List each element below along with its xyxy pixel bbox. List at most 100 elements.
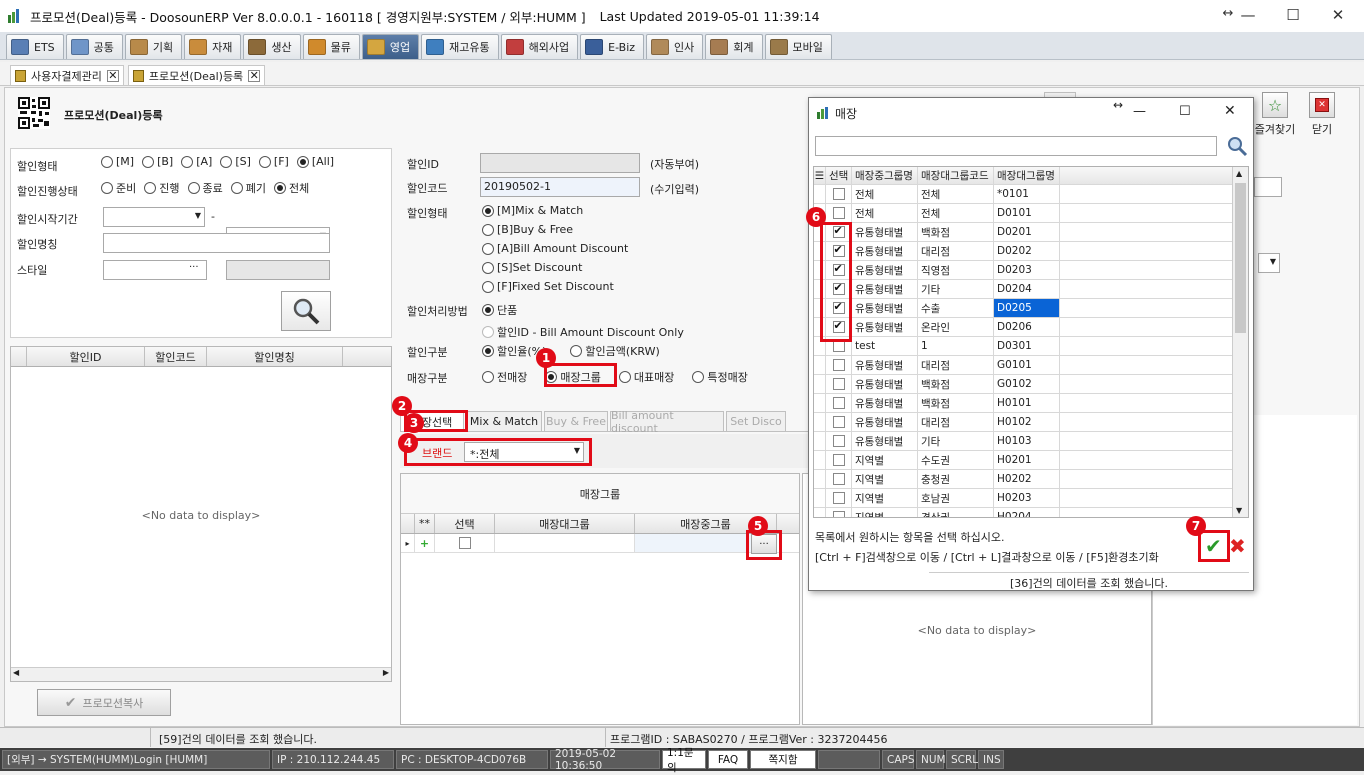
row-checkbox[interactable] xyxy=(832,188,845,200)
col-discount-name[interactable]: 할인명칭 xyxy=(207,347,343,366)
row-checkbox[interactable] xyxy=(458,537,471,549)
dialog-resize-icon[interactable]: ↔ xyxy=(1113,98,1123,112)
menu-tab-11[interactable]: 회계 xyxy=(705,34,763,59)
copy-promotion-button[interactable]: ✔ 프로모션복사 xyxy=(37,689,171,716)
form-type-radio-2[interactable]: [A]Bill Amount Discount xyxy=(482,242,628,255)
row-checkbox[interactable] xyxy=(832,511,845,517)
type-radio-1[interactable]: [B] xyxy=(142,155,173,168)
col-select[interactable]: 선택 xyxy=(435,514,495,533)
dialog-row[interactable]: 전체 전체 *0101 xyxy=(814,185,1248,204)
favorites-button[interactable]: ☆ 즐겨찾기 xyxy=(1252,88,1298,138)
method-radio-1[interactable]: 할인ID - Bill Amount Discount Only xyxy=(482,324,684,340)
right-field[interactable] xyxy=(1254,177,1282,197)
dialog-row[interactable]: 유통형태별온라인D0206 xyxy=(814,318,1248,337)
maximize-button[interactable]: ☐ xyxy=(1273,6,1313,24)
row-checkbox[interactable] xyxy=(832,397,845,409)
doc-tab-promotion[interactable]: 프로모션(Deal)등록 ✕ xyxy=(127,65,266,85)
form-type-radio-0[interactable]: [M]Mix & Match xyxy=(482,204,628,217)
type-radio-4[interactable]: [F] xyxy=(258,155,289,168)
close-page-button[interactable]: ✕ 닫기 xyxy=(1300,88,1344,138)
status-radio-3[interactable]: 폐기 xyxy=(230,180,266,196)
status-cell-5[interactable]: FAQ xyxy=(708,750,748,769)
large-group-cell[interactable] xyxy=(495,534,635,552)
sub-tab-2[interactable]: Buy & Free xyxy=(544,411,608,431)
close-tab-icon[interactable]: ✕ xyxy=(106,69,119,82)
menu-tab-3[interactable]: 자재 xyxy=(184,34,242,59)
row-checkbox[interactable] xyxy=(832,473,845,485)
close-window-button[interactable]: ✕ xyxy=(1318,6,1358,24)
menu-tab-0[interactable]: ETS xyxy=(6,34,64,59)
dialog-row[interactable]: 유통형태별 백화점 G0102 xyxy=(814,375,1248,394)
dialog-row[interactable]: 지역별 수도권 H0201 xyxy=(814,451,1248,470)
form-type-radio-4[interactable]: [F]Fixed Set Discount xyxy=(482,280,628,293)
dialog-row[interactable]: 유통형태별 백화점 H0101 xyxy=(814,394,1248,413)
dialog-minimize-button[interactable]: — xyxy=(1133,104,1146,119)
menu-tab-2[interactable]: 기획 xyxy=(124,34,183,59)
dlg-col-large-code[interactable]: 매장대그룹코드 xyxy=(918,167,994,184)
dlg-col-large-name[interactable]: 매장대그룹명 xyxy=(994,167,1060,184)
minimize-button[interactable]: — xyxy=(1228,6,1268,24)
h-scrollbar[interactable]: ◀ ▶ xyxy=(11,667,391,681)
dialog-row[interactable]: 유통형태별 기타 H0103 xyxy=(814,432,1248,451)
store-radio-2[interactable]: 대표매장 xyxy=(618,369,674,385)
dialog-row[interactable]: 유통형태별직영점D0203 xyxy=(814,261,1248,280)
menu-tab-7[interactable]: 재고유통 xyxy=(421,34,499,59)
status-radio-0[interactable]: 준비 xyxy=(101,180,136,196)
row-checkbox[interactable] xyxy=(832,416,845,428)
menu-tab-9[interactable]: E-Biz xyxy=(580,34,645,59)
type-radio-5[interactable]: [All] xyxy=(296,155,334,168)
dialog-row[interactable]: 유통형태별백화점D0201 xyxy=(814,223,1248,242)
dlg-col-select[interactable]: 선택 xyxy=(826,167,852,184)
dialog-row[interactable]: 유통형태별기타D0204 xyxy=(814,280,1248,299)
dialog-search-input[interactable] xyxy=(815,136,1217,156)
close-tab-icon[interactable]: ✕ xyxy=(248,69,261,82)
status-radio-1[interactable]: 진행 xyxy=(144,180,180,196)
row-checkbox[interactable] xyxy=(832,207,845,219)
row-checkbox[interactable] xyxy=(832,454,845,466)
dialog-row[interactable]: 지역별 충청권 H0202 xyxy=(814,470,1248,489)
menu-tab-6[interactable]: 영업 xyxy=(361,34,420,59)
code-input[interactable]: 20190502-1 xyxy=(480,177,640,197)
row-checkbox[interactable] xyxy=(832,378,845,390)
menu-tab-8[interactable]: 해외사업 xyxy=(500,34,579,59)
dialog-row[interactable]: 유통형태별수출D0205 xyxy=(814,299,1248,318)
row-checkbox[interactable] xyxy=(832,492,845,504)
sub-tab-1[interactable]: Mix & Match xyxy=(466,411,542,431)
right-dropdown[interactable] xyxy=(1258,253,1280,273)
form-type-radio-3[interactable]: [S]Set Discount xyxy=(482,261,628,274)
dialog-close-button[interactable]: ✕ xyxy=(1224,103,1236,119)
add-row-icon[interactable]: + xyxy=(415,534,435,552)
menu-tab-12[interactable]: 모바일 xyxy=(764,34,832,59)
method-radio-0[interactable]: 단품 xyxy=(482,302,684,318)
dlg-col-mid-name[interactable]: 매장중그룹명 xyxy=(852,167,918,184)
start-date-dropdown[interactable] xyxy=(103,207,205,227)
type-radio-0[interactable]: [M] xyxy=(101,155,134,168)
status-radio-2[interactable]: 종료 xyxy=(187,180,223,196)
menu-tab-1[interactable]: 공통 xyxy=(65,34,123,59)
sub-tab-4[interactable]: Set Disco xyxy=(726,411,786,431)
menu-tab-4[interactable]: 생산 xyxy=(243,34,301,59)
form-type-radio-1[interactable]: [B]Buy & Free xyxy=(482,223,628,236)
dialog-row[interactable]: 전체 전체 D0101 xyxy=(814,204,1248,223)
status-cell-4[interactable]: 1:1문의 xyxy=(662,747,706,774)
col-large-group[interactable]: 매장대그룹 xyxy=(495,514,635,533)
type-radio-2[interactable]: [A] xyxy=(181,155,212,168)
col-discount-code[interactable]: 할인코드 xyxy=(145,347,207,366)
style-lookup-button[interactable]: ··· xyxy=(189,262,199,273)
dialog-search-icon[interactable] xyxy=(1225,134,1249,161)
dialog-row[interactable]: test 1 D0301 xyxy=(814,337,1248,356)
type-radio-3[interactable]: [S] xyxy=(220,155,251,168)
dialog-row[interactable]: 지역별 경상권 H0204 xyxy=(814,508,1248,517)
dialog-row[interactable]: 유통형태별 대리점 G0101 xyxy=(814,356,1248,375)
dialog-row[interactable]: 유통형태별 대리점 H0102 xyxy=(814,413,1248,432)
status-radio-4[interactable]: 전체 xyxy=(274,180,309,196)
row-checkbox[interactable] xyxy=(832,435,845,447)
dialog-row[interactable]: 지역별 호남권 H0203 xyxy=(814,489,1248,508)
store-radio-0[interactable]: 전매장 xyxy=(482,369,527,385)
cancel-x-icon[interactable]: ✖ xyxy=(1229,534,1246,558)
search-button[interactable] xyxy=(281,291,331,331)
col-discount-id[interactable]: 할인ID xyxy=(27,347,145,366)
kind-radio-1[interactable]: 할인금액(KRW) xyxy=(570,343,660,359)
menu-tab-10[interactable]: 인사 xyxy=(646,34,704,59)
dialog-v-scrollbar[interactable]: ▲ ▼ xyxy=(1232,167,1248,517)
